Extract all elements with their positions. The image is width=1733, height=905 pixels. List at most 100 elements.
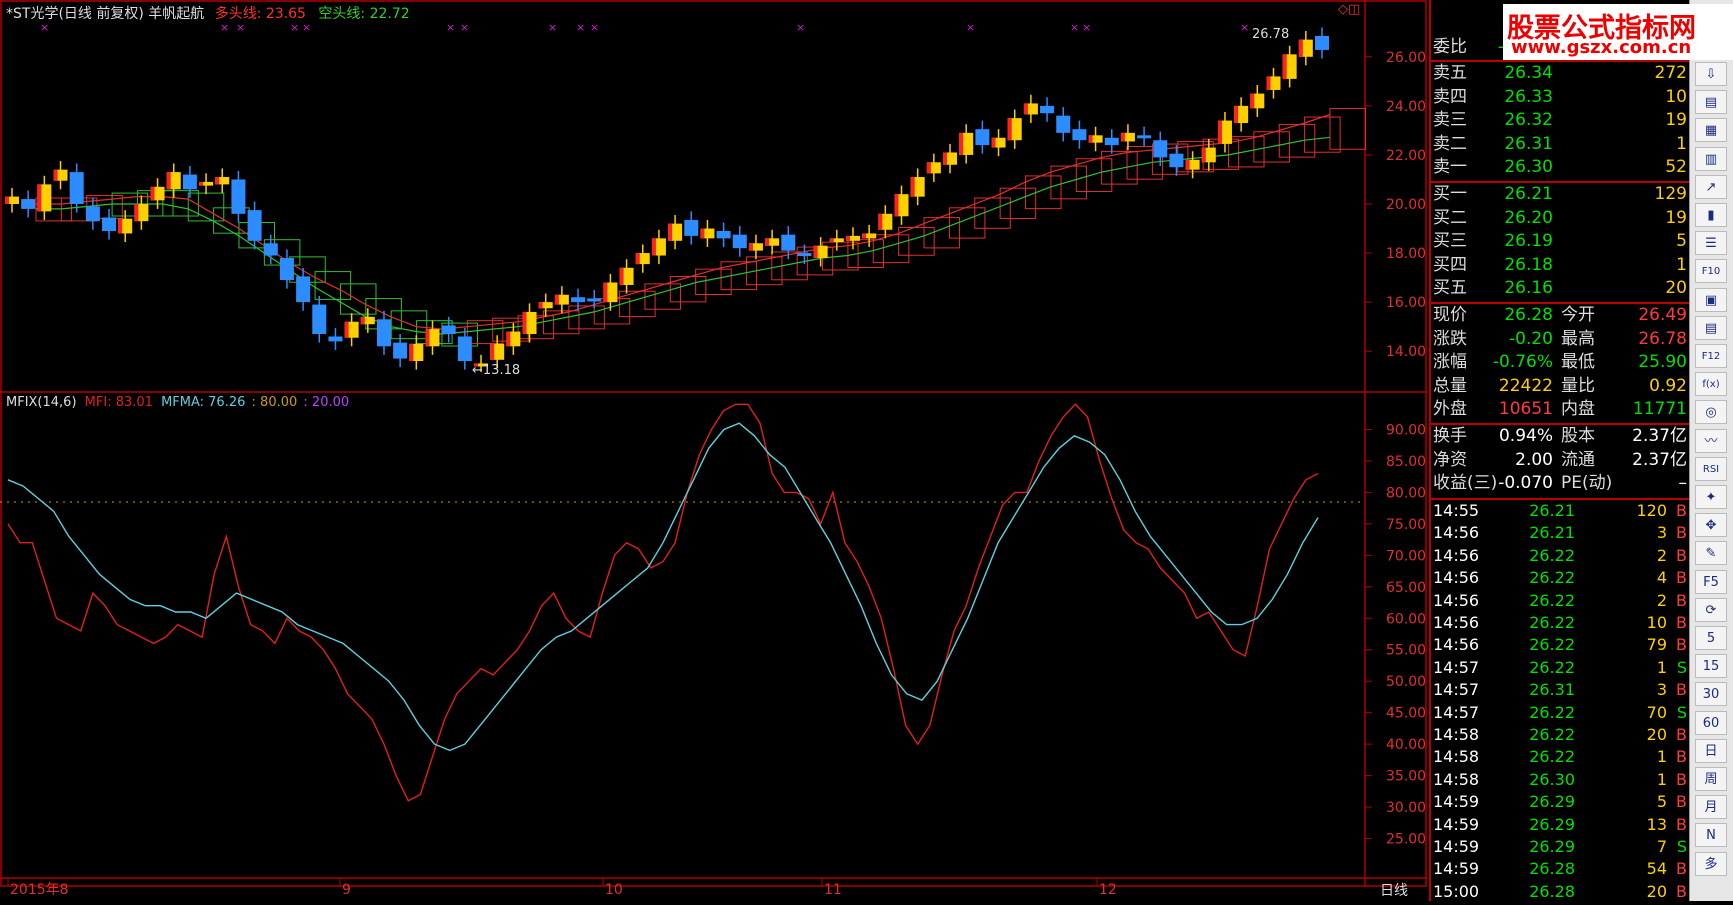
candle-edge (926, 162, 931, 174)
signal-marker: × (576, 21, 585, 34)
period-button-60[interactable]: 60 (1695, 710, 1727, 735)
tick-time: 14:56 (1433, 590, 1480, 610)
chart-icon[interactable]: ↗ (1695, 174, 1727, 199)
fundamental-label: 股本 (1561, 426, 1595, 446)
price-tick-label: 24.00 (1386, 99, 1426, 115)
ask-price: 26.32 (1504, 110, 1553, 131)
bid-label: 买五 (1433, 278, 1467, 299)
tick-volume: 20 (1646, 725, 1667, 744)
trend-band-box (669, 276, 707, 303)
more-icon[interactable]: 多 (1695, 851, 1727, 876)
tick-time: 14:57 (1433, 657, 1480, 677)
candle-body (797, 253, 812, 257)
f12-icon[interactable]: F12 (1695, 344, 1727, 368)
price-tick-label: 26.00 (1386, 50, 1426, 66)
tick-row: 14:57 26.22 70 S (1431, 702, 1691, 724)
formula-icon[interactable]: f(x) (1695, 372, 1727, 397)
price-panel: × × × × × × × × × × × × × × × (5, 21, 1367, 373)
circle-icon[interactable]: ◎ (1695, 400, 1727, 425)
signal-icon[interactable]: ✦ (1695, 485, 1727, 509)
period-button-N[interactable]: N (1695, 823, 1727, 848)
candle-body (393, 342, 408, 359)
tick-volume: 79 (1646, 635, 1667, 655)
refresh-icon[interactable]: ⟳ (1695, 597, 1727, 622)
period-button-月[interactable]: 月 (1695, 795, 1727, 820)
period-label[interactable]: 日线 (1380, 880, 1408, 900)
period-button-15[interactable]: 15 (1695, 654, 1727, 679)
tick-time: 14:59 (1433, 859, 1480, 879)
stat-row: 外盘 10651 内盘 11771 (1431, 398, 1691, 421)
candle-body (328, 336, 343, 342)
wave-icon[interactable]: 〰 (1695, 428, 1727, 453)
tick-side: B (1676, 792, 1687, 812)
candle-body (69, 172, 84, 204)
bid-price: 26.16 (1504, 278, 1553, 299)
candle-edge (1266, 76, 1271, 90)
fundamental-row: 净资 2.00 流通 2.37亿 (1431, 449, 1691, 472)
kline-chart[interactable]: × × × × × × × × × × × × × × × 26.00 24.00 22.00 20.00 18.0… (0, 0, 1427, 901)
pencil-icon[interactable]: ✎ (1695, 541, 1727, 566)
stat-label: 外盘 (1433, 399, 1467, 420)
grid-icon[interactable]: ▥ (1695, 146, 1727, 171)
fundamental-label: 换手 (1433, 426, 1467, 446)
rsi-icon[interactable]: RSI (1695, 456, 1727, 481)
indicator-tick-label: 70.00 (1386, 548, 1426, 564)
period-button-日[interactable]: 日 (1695, 738, 1727, 763)
stat-label: 量比 (1561, 375, 1595, 396)
f5-icon[interactable]: F5 (1695, 569, 1727, 594)
ask-price: 26.30 (1504, 157, 1553, 178)
tick-time: 14:58 (1433, 769, 1480, 789)
period-button-5[interactable]: 5 (1695, 626, 1727, 650)
indicator-tick-label: 80.00 (1386, 485, 1426, 501)
stat-row: 总量 22422 量比 0.92 (1431, 375, 1691, 398)
box-icon[interactable]: ▣ (1695, 287, 1727, 312)
tick-volume: 10 (1646, 613, 1667, 632)
tick-time: 15:00 (1433, 881, 1480, 901)
indicator-tick-label: 35.00 (1386, 769, 1426, 785)
bookmark-icon[interactable]: ▤ (1695, 315, 1727, 340)
arrow-down-icon[interactable]: ⇩ (1695, 62, 1727, 86)
signal-marker: × (446, 21, 455, 34)
tick-price: 26.21 (1529, 523, 1575, 543)
period-button-周[interactable]: 周 (1695, 767, 1727, 791)
tick-time: 14:59 (1433, 837, 1480, 856)
tick-time: 14:57 (1433, 702, 1480, 722)
move-icon[interactable]: ✥ (1695, 513, 1727, 538)
tick-time: 14:59 (1433, 792, 1480, 812)
mfi-value: MFI: 83.01 (84, 395, 153, 410)
list-icon[interactable]: ▦ (1695, 118, 1727, 143)
ask-volume: 19 (1665, 110, 1687, 131)
ask-row: 卖一 26.30 52 (1431, 156, 1691, 179)
bid-row: 买一 26.21 129 (1431, 183, 1691, 206)
ask-volume: 52 (1665, 157, 1687, 178)
candle-icon[interactable]: ▮ (1695, 203, 1727, 227)
chart-area[interactable]: × × × × × × × × × × × × × × × 26.00 24.00 22.00 20.00 18.0… (0, 0, 1427, 901)
tick-row: 14:57 26.31 3 B (1431, 679, 1691, 701)
candle-body (1072, 129, 1087, 141)
chart-header: *ST光学(日线 前复权) 羊帆起航 多头线: 23.65 空头线: 22.72 (6, 3, 410, 23)
fundamental-value: 2.37亿 (1632, 449, 1687, 470)
bid-label: 买三 (1433, 231, 1467, 252)
tick-side: B (1676, 769, 1687, 789)
stat-row: 涨幅 -0.76% 最低 25.90 (1431, 351, 1691, 374)
candle-body (457, 336, 472, 362)
f10-icon[interactable]: F10 (1695, 259, 1727, 284)
tick-row: 14:58 26.22 1 B (1431, 746, 1691, 768)
tick-side: B (1676, 725, 1687, 744)
candle-body (102, 217, 117, 231)
candle-body (781, 234, 796, 251)
notes-icon[interactable]: ☰ (1695, 231, 1727, 256)
window-controls-icon[interactable]: ◇◫ (1338, 2, 1360, 17)
candle-body (182, 174, 197, 190)
stat-label: 内盘 (1561, 399, 1595, 420)
table-icon[interactable]: ▤ (1695, 90, 1727, 115)
signal-marker: × (796, 21, 805, 34)
period-button-30[interactable]: 30 (1695, 682, 1727, 707)
ask-label: 卖一 (1433, 157, 1467, 178)
candle-edge (53, 169, 58, 181)
trend-band-box (593, 298, 631, 325)
candle-edge (635, 253, 640, 265)
candle-body (1056, 115, 1071, 133)
mfma-line (7, 422, 1319, 752)
candle-edge (862, 233, 867, 239)
